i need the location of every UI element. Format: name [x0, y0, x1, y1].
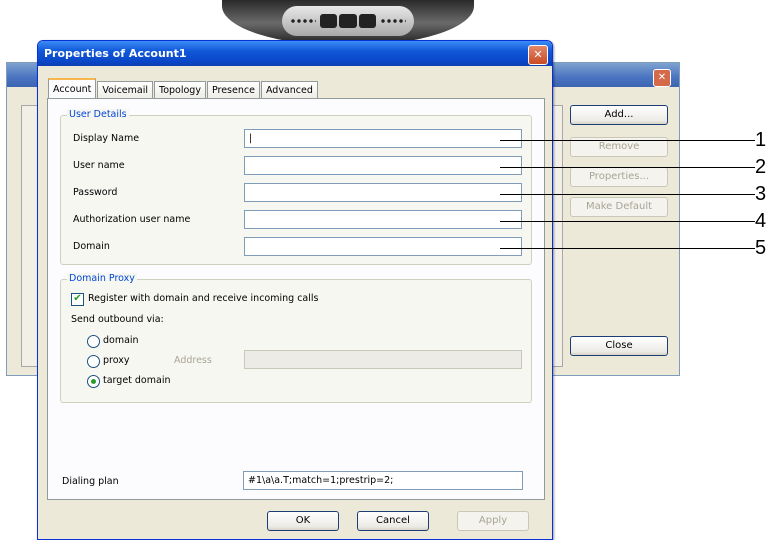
user-name-field[interactable] [244, 156, 522, 175]
domain-radio[interactable] [87, 335, 100, 348]
register-checkbox[interactable]: ✔ [71, 293, 84, 306]
domain-label: Domain [73, 241, 110, 252]
domain-field[interactable] [244, 237, 522, 256]
add-account-button[interactable]: Add... [570, 105, 668, 125]
dialing-plan-field[interactable]: #1\a\a.T;match=1;prestrip=2; [243, 471, 523, 490]
softphone-buttons [320, 14, 376, 28]
proxy-radio-label: proxy [103, 355, 130, 366]
domain-radio-label: domain [103, 335, 139, 346]
account-tab-panel: User Details Display Name | User name Pa… [47, 98, 545, 500]
make-default-button[interactable]: Make Default [570, 197, 668, 217]
callout-line-4 [500, 221, 755, 222]
authorization-user-name-label: Authorization user name [73, 214, 191, 225]
password-field[interactable] [244, 183, 522, 202]
softphone-keypad [282, 6, 414, 36]
target-domain-radio[interactable] [87, 375, 100, 388]
proxy-radio[interactable] [87, 355, 100, 368]
account-properties-dialog: Properties of Account1 ✕ Account Voicema… [37, 40, 553, 540]
ok-button[interactable]: OK [267, 511, 339, 531]
domain-proxy-group: Domain Proxy ✔ Register with domain and … [60, 273, 532, 403]
account-properties-button[interactable]: Properties... [570, 167, 668, 187]
target-domain-radio-label: target domain [103, 375, 171, 386]
close-icon[interactable]: ✕ [528, 45, 548, 65]
password-label: Password [73, 187, 118, 198]
domain-proxy-legend: Domain Proxy [67, 273, 137, 284]
speaker-grille-right [380, 17, 406, 25]
callout-number-2: 2 [755, 156, 767, 178]
register-label: Register with domain and receive incomin… [88, 293, 319, 304]
callout-line-2 [500, 167, 755, 168]
tab-strip: Account Voicemail Topology Presence Adva… [48, 77, 319, 100]
tab-account[interactable]: Account [48, 78, 97, 100]
callout-number-5: 5 [755, 237, 767, 259]
authorization-user-name-field[interactable] [244, 210, 522, 229]
display-name-field[interactable]: | [244, 129, 522, 148]
send-outbound-label: Send outbound via: [71, 314, 164, 325]
tab-topology[interactable]: Topology [154, 81, 206, 99]
user-name-label: User name [73, 160, 125, 171]
callout-number-3: 3 [755, 183, 767, 205]
dialing-plan-label: Dialing plan [62, 476, 119, 487]
speaker-grille-left [290, 17, 316, 25]
callout-line-3 [500, 194, 755, 195]
callout-line-5 [500, 248, 755, 249]
cancel-button[interactable]: Cancel [357, 511, 429, 531]
user-details-legend: User Details [67, 109, 129, 120]
address-field[interactable] [244, 350, 522, 369]
close-button[interactable]: Close [570, 336, 668, 356]
close-icon[interactable]: ✕ [653, 69, 671, 87]
dialog-titlebar: Properties of Account1 ✕ [38, 41, 552, 66]
callout-number-1: 1 [755, 129, 767, 151]
dialog-title: Properties of Account1 [44, 47, 187, 60]
callout-line-1 [500, 140, 755, 141]
tab-presence[interactable]: Presence [206, 81, 260, 99]
apply-button[interactable]: Apply [457, 511, 529, 531]
address-label: Address [174, 355, 212, 366]
callout-number-4: 4 [755, 210, 767, 232]
user-details-group: User Details Display Name | User name Pa… [60, 109, 532, 265]
tab-voicemail[interactable]: Voicemail [97, 81, 153, 99]
display-name-label: Display Name [73, 133, 140, 144]
tab-advanced[interactable]: Advanced [260, 81, 318, 99]
